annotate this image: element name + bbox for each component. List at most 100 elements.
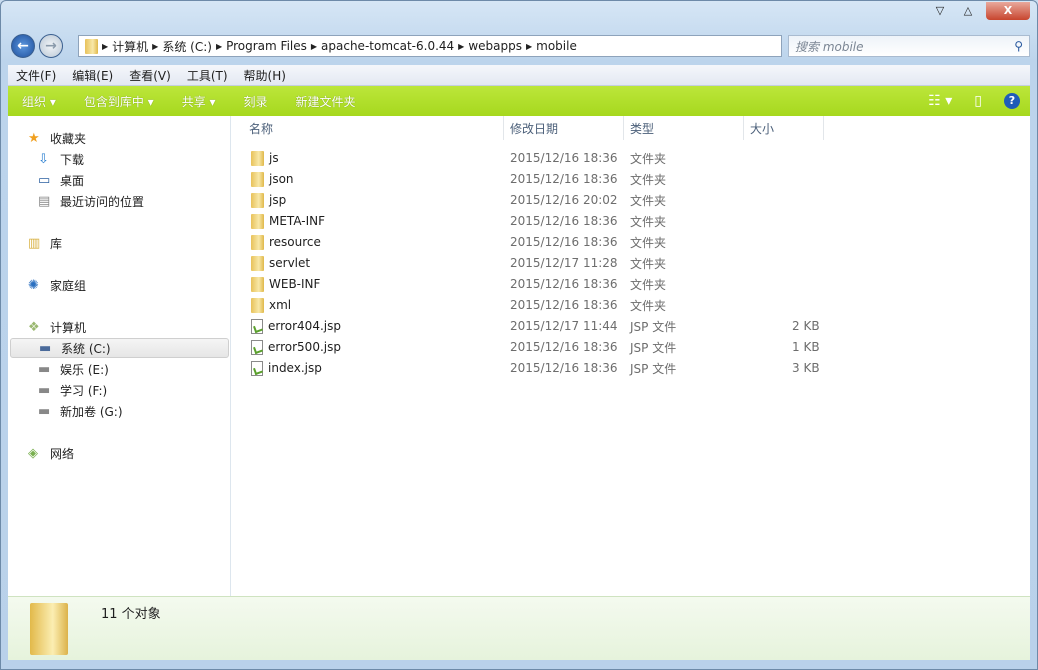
maximize-button[interactable]: △ [954, 2, 982, 20]
file-name-cell: js [251, 150, 491, 166]
file-date: 2015/12/16 18:36 [510, 277, 618, 291]
file-name: error500.jsp [268, 340, 341, 354]
burn-button[interactable]: 刻录 [230, 93, 282, 110]
breadcrumb-item[interactable]: mobile [536, 39, 577, 53]
sidebar-item[interactable]: ✺ 家庭组 [28, 275, 86, 295]
search-input[interactable]: 搜索 mobile ⚲ [788, 35, 1030, 57]
file-type: 文件夹 [630, 277, 667, 292]
breadcrumb-arrow-icon[interactable]: ▶ [102, 42, 108, 51]
homegroup-icon: ✺ [28, 278, 39, 293]
command-bar: 组织 ▾ 包含到库中 ▾ 共享 ▾ 刻录 新建文件夹 ☷ ▾ ▯ ? [8, 86, 1030, 116]
file-type: 文件夹 [630, 256, 667, 271]
sidebar-item[interactable]: ▭ 桌面 [38, 170, 84, 190]
folder-icon [30, 603, 68, 655]
file-type: 文件夹 [630, 193, 667, 208]
caption-buttons: ▽ △ X [926, 2, 1030, 20]
new-folder-button[interactable]: 新建文件夹 [282, 93, 370, 110]
breadcrumb-arrow-icon[interactable]: ▶ [152, 42, 158, 51]
file-date: 2015/12/16 18:36 [510, 151, 618, 165]
file-name: json [269, 172, 294, 186]
sidebar-item-label: 网络 [50, 446, 75, 461]
include-in-library-button[interactable]: 包含到库中 ▾ [70, 93, 168, 110]
breadcrumb-item[interactable]: webapps [468, 39, 522, 53]
sidebar-item[interactable]: ★ 收藏夹 [28, 128, 86, 148]
file-size: 2 KB [792, 319, 820, 333]
search-icon[interactable]: ⚲ [1014, 39, 1023, 53]
recent-places-icon: ▤ [38, 194, 51, 209]
preview-pane-icon[interactable]: ▯ [974, 93, 982, 109]
folder-icon [85, 38, 98, 54]
sidebar-item[interactable]: ❖ 计算机 [28, 317, 86, 337]
file-date: 2015/12/16 18:36 [510, 214, 618, 228]
sidebar-item[interactable]: ⇩ 下载 [38, 149, 84, 169]
jsp-file-icon [251, 318, 263, 334]
file-name-cell: json [251, 171, 491, 187]
file-name: servlet [269, 256, 311, 270]
sidebar-item-label: 计算机 [50, 320, 87, 335]
file-type: 文件夹 [630, 172, 667, 187]
sidebar-item[interactable]: ◈ 网络 [28, 443, 74, 463]
desktop-icon: ▭ [38, 173, 51, 188]
breadcrumb-arrow-icon[interactable]: ▶ [526, 42, 532, 51]
forward-button[interactable]: → [39, 34, 63, 58]
folder-icon [251, 150, 264, 166]
menu-item[interactable]: 编辑(E) [64, 67, 121, 84]
column-header[interactable]: 类型 [624, 116, 744, 140]
sidebar-item[interactable]: ▬ 学习 (F:) [38, 380, 107, 400]
file-list: 名称 修改日期 类型 大小 js 2015/12/16 18:36 文件夹 json 2015/… [231, 116, 1030, 596]
menu-item[interactable]: 文件(F) [8, 67, 64, 84]
file-date: 2015/12/16 18:36 [510, 235, 618, 249]
share-button[interactable]: 共享 ▾ [168, 93, 230, 110]
breadcrumb-arrow-icon[interactable]: ▶ [311, 42, 317, 51]
file-name: js [269, 151, 279, 165]
file-name: index.jsp [268, 361, 322, 375]
column-header[interactable]: 名称 [243, 116, 504, 140]
minimize-button[interactable]: ▽ [926, 2, 954, 20]
system-drive-icon: ▬ [39, 341, 52, 356]
close-button[interactable]: X [986, 2, 1030, 20]
column-header[interactable]: 修改日期 [504, 116, 624, 140]
breadcrumb-item[interactable]: Program Files [226, 39, 307, 53]
file-name-cell: index.jsp [251, 360, 491, 376]
sidebar-item[interactable]: ▬ 系统 (C:) [10, 338, 229, 358]
file-name: WEB-INF [269, 277, 321, 291]
drive-icon: ▬ [38, 404, 51, 419]
breadcrumb-arrow-icon[interactable]: ▶ [458, 42, 464, 51]
file-name: META-INF [269, 214, 326, 228]
sidebar-item-label: 娱乐 (E:) [60, 362, 109, 377]
sidebar-item[interactable]: ▬ 娱乐 (E:) [38, 359, 109, 379]
menu-item[interactable]: 工具(T) [179, 67, 236, 84]
view-options-icon[interactable]: ☷ ▾ [928, 93, 952, 109]
column-header[interactable]: 大小 [744, 116, 824, 140]
breadcrumb-item[interactable]: apache-tomcat-6.0.44 [321, 39, 454, 53]
item-count: 11 个对象 [101, 607, 161, 622]
breadcrumb-arrow-icon[interactable]: ▶ [216, 42, 222, 51]
file-type: 文件夹 [630, 235, 667, 250]
file-name-cell: resource [251, 234, 491, 250]
menu-item[interactable]: 查看(V) [121, 67, 179, 84]
organize-button[interactable]: 组织 ▾ [8, 93, 70, 110]
help-icon[interactable]: ? [1004, 93, 1020, 109]
file-date: 2015/12/16 18:36 [510, 298, 618, 312]
file-name-cell: error404.jsp [251, 318, 491, 334]
file-name-cell: error500.jsp [251, 339, 491, 355]
file-name: resource [269, 235, 321, 249]
drive-icon: ▬ [38, 383, 51, 398]
back-button[interactable]: ← [11, 34, 35, 58]
sidebar-item[interactable]: ▤ 最近访问的位置 [38, 191, 144, 211]
sidebar-item-label: 学习 (F:) [60, 383, 108, 398]
details-pane: 11 个对象 [8, 596, 1030, 660]
breadcrumb-item[interactable]: 系统 (C:) [162, 38, 212, 55]
folder-icon [251, 234, 264, 250]
sidebar-item[interactable]: ▥ 库 [28, 233, 62, 253]
jsp-file-icon [251, 339, 263, 355]
folder-icon [251, 171, 264, 187]
drive-icon: ▬ [38, 362, 51, 377]
menu-item[interactable]: 帮助(H) [236, 67, 294, 84]
breadcrumb-item[interactable]: 计算机 [112, 38, 148, 55]
menu-bar: 文件(F) 编辑(E) 查看(V) 工具(T) 帮助(H) [8, 65, 1030, 86]
address-bar[interactable]: ▶ 计算机 ▶ 系统 (C:) ▶ Program Files ▶ apache-tomcat… [78, 35, 782, 57]
folder-icon [251, 213, 264, 229]
sidebar-item-label: 系统 (C:) [61, 341, 111, 356]
sidebar-item[interactable]: ▬ 新加卷 (G:) [38, 401, 123, 421]
